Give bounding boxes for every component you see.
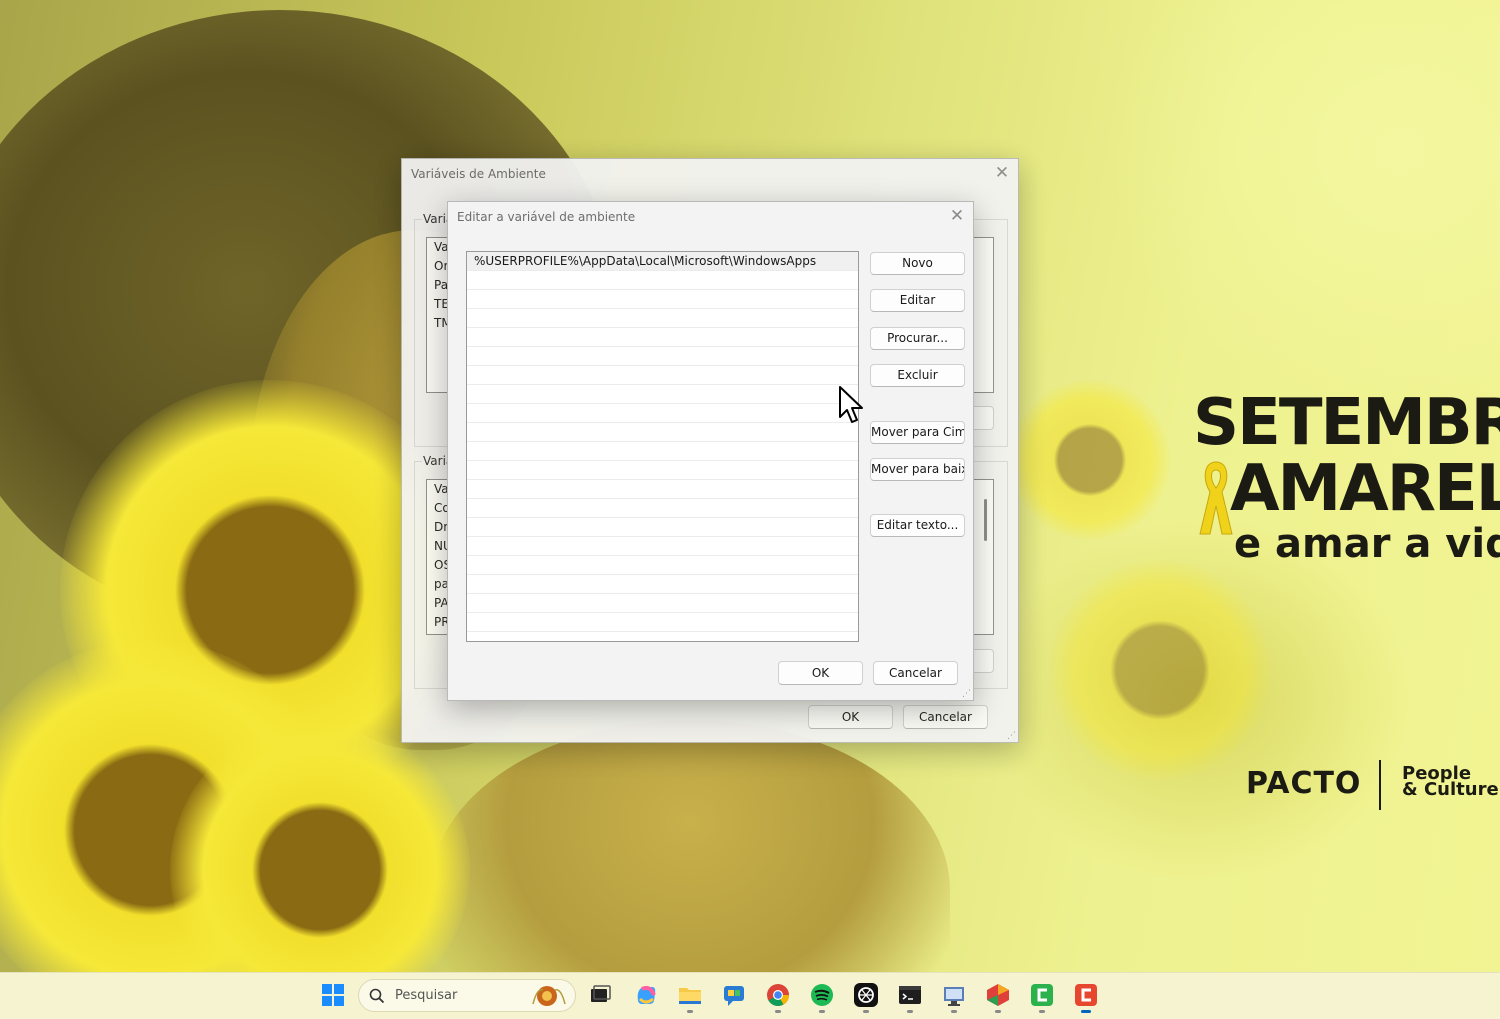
dialog-title: Variáveis de Ambiente xyxy=(411,167,546,181)
wallpaper-shoulder xyxy=(430,720,950,972)
running-indicator xyxy=(863,1010,869,1013)
task-view-button[interactable] xyxy=(584,979,616,1011)
green-app-button[interactable] xyxy=(1026,979,1058,1013)
search-highlight-icon xyxy=(532,986,566,1006)
red-app-button[interactable] xyxy=(1070,979,1102,1013)
sunflower xyxy=(1010,380,1170,540)
chatgpt-button[interactable] xyxy=(850,979,882,1013)
chat-icon xyxy=(724,986,744,1006)
list-item-empty[interactable] xyxy=(467,385,858,404)
list-item-empty[interactable] xyxy=(467,461,858,480)
windows-icon xyxy=(322,984,344,1006)
list-item-empty[interactable] xyxy=(467,423,858,442)
path-list[interactable]: %USERPROFILE%\AppData\Local\Microsoft\Wi… xyxy=(466,251,859,642)
wallpaper-headline-1: SETEMBRO xyxy=(1193,386,1500,460)
dialog-title: Editar a variável de ambiente xyxy=(457,210,636,224)
sunflower xyxy=(1050,560,1270,780)
cancel-button[interactable]: Cancelar xyxy=(873,661,958,685)
mouse-cursor-icon xyxy=(839,386,863,423)
spotify-icon xyxy=(811,984,833,1006)
remote-desktop-icon xyxy=(944,987,964,1006)
edit-environment-variable-dialog: Editar a variável de ambiente ✕ %USERPRO… xyxy=(447,201,974,701)
running-indicator xyxy=(775,1010,781,1013)
office-app-button[interactable] xyxy=(982,979,1014,1013)
red-app-icon xyxy=(1075,984,1097,1006)
list-item-empty[interactable] xyxy=(467,518,858,537)
spotify-button[interactable] xyxy=(806,979,838,1013)
office-app-icon xyxy=(987,984,1009,1006)
list-item-empty[interactable] xyxy=(467,537,858,556)
edit-text-button[interactable]: Editar texto... xyxy=(870,514,965,537)
brand-subtitle-line: & Culture xyxy=(1402,779,1499,800)
task-view-icon xyxy=(591,985,611,1002)
close-icon[interactable]: ✕ xyxy=(992,163,1012,183)
search-placeholder: Pesquisar xyxy=(395,988,458,1003)
wallpaper-headline-2: AMARELO xyxy=(1230,452,1500,526)
chatgpt-icon xyxy=(854,983,878,1007)
chrome-button[interactable] xyxy=(762,979,794,1013)
browse-button[interactable]: Procurar... xyxy=(870,327,965,350)
brand-divider xyxy=(1379,760,1381,810)
terminal-icon xyxy=(899,986,921,1004)
resize-grip-icon[interactable]: ⋰ xyxy=(962,689,972,699)
chat-button[interactable] xyxy=(718,979,750,1011)
list-item-empty[interactable] xyxy=(467,271,858,290)
delete-button[interactable]: Excluir xyxy=(870,364,965,387)
wallpaper-headline-3: e amar a vida xyxy=(1234,521,1500,567)
move-down-button[interactable]: Mover para baixo xyxy=(870,458,965,481)
list-item-empty[interactable] xyxy=(467,366,858,385)
resize-grip-icon[interactable]: ⋰ xyxy=(1007,731,1017,741)
list-item-empty[interactable] xyxy=(467,594,858,613)
brand-subtitle: People & Culture xyxy=(1402,765,1499,800)
list-item-empty[interactable] xyxy=(467,404,858,423)
start-button[interactable] xyxy=(317,979,349,1011)
list-item[interactable]: %USERPROFILE%\AppData\Local\Microsoft\Wi… xyxy=(467,252,858,271)
list-item-empty[interactable] xyxy=(467,442,858,461)
close-icon[interactable]: ✕ xyxy=(947,206,967,226)
taskbar xyxy=(0,972,1500,1019)
running-indicator xyxy=(1039,1010,1045,1013)
copilot-button[interactable] xyxy=(630,979,662,1011)
copilot-icon xyxy=(637,985,656,1004)
scrollbar-thumb[interactable] xyxy=(984,499,987,541)
list-item-empty[interactable] xyxy=(467,309,858,328)
list-item-empty[interactable] xyxy=(467,347,858,366)
terminal-button[interactable] xyxy=(894,979,926,1013)
move-up-button[interactable]: Mover para Cima xyxy=(870,421,965,444)
list-item-empty[interactable] xyxy=(467,480,858,499)
list-item-empty[interactable] xyxy=(467,613,858,632)
running-indicator xyxy=(995,1010,1001,1013)
running-indicator xyxy=(907,1010,913,1013)
list-item-empty[interactable] xyxy=(467,556,858,575)
ok-button[interactable]: OK xyxy=(778,661,863,685)
cancel-button[interactable]: Cancelar xyxy=(903,705,988,729)
active-indicator xyxy=(1081,1010,1091,1013)
chrome-icon xyxy=(767,984,789,1006)
ok-button[interactable]: OK xyxy=(808,705,893,729)
remote-desktop-button[interactable] xyxy=(938,979,970,1013)
search-input[interactable]: Pesquisar xyxy=(358,979,576,1012)
edit-button[interactable]: Editar xyxy=(870,289,965,312)
list-item-empty[interactable] xyxy=(467,499,858,518)
list-item-empty[interactable] xyxy=(467,575,858,594)
file-explorer-button[interactable] xyxy=(674,979,706,1013)
folder-icon xyxy=(679,988,701,1004)
running-indicator xyxy=(687,1010,693,1013)
running-indicator xyxy=(819,1010,825,1013)
list-item-empty[interactable] xyxy=(467,328,858,347)
list-item-empty[interactable] xyxy=(467,290,858,309)
new-button[interactable]: Novo xyxy=(870,252,965,275)
running-indicator xyxy=(951,1010,957,1013)
brand-logo: PACTO xyxy=(1246,766,1362,801)
search-icon xyxy=(369,988,385,1004)
green-app-icon xyxy=(1031,984,1053,1006)
